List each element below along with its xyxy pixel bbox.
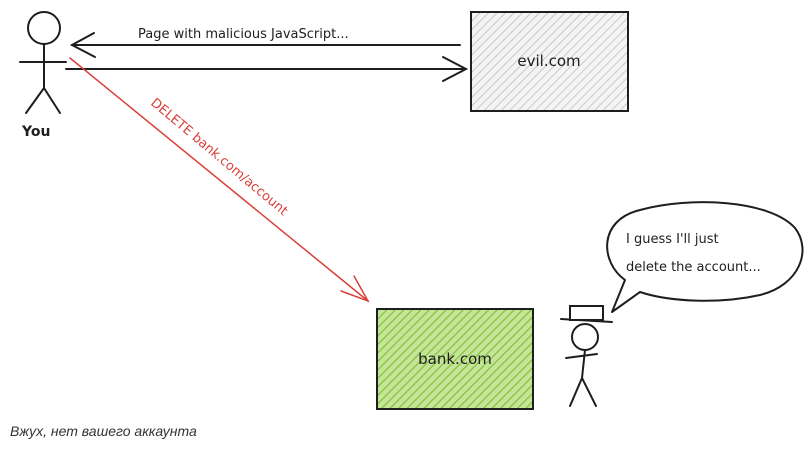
csrf-diagram: You Page with malicious JavaScript... ev… [19,11,804,410]
evil-label: evil.com [517,52,580,70]
red-arrow-label: DELETE bank.com/account [147,96,290,219]
you-figure [19,11,67,114]
you-label: You [21,124,50,140]
caption: Вжух, нет вашего аккаунта [10,423,197,439]
bank-label: bank.com [418,350,492,368]
arrow-delete-request [69,57,370,303]
speech-line-2: delete the account... [626,260,761,275]
speech-line-1: I guess I'll just [626,232,719,247]
arrow-top-label: Page with malicious JavaScript... [138,27,349,42]
hacker-figure [560,305,613,407]
speech-bubble [606,201,804,313]
arrow-you-to-evil [65,56,469,82]
